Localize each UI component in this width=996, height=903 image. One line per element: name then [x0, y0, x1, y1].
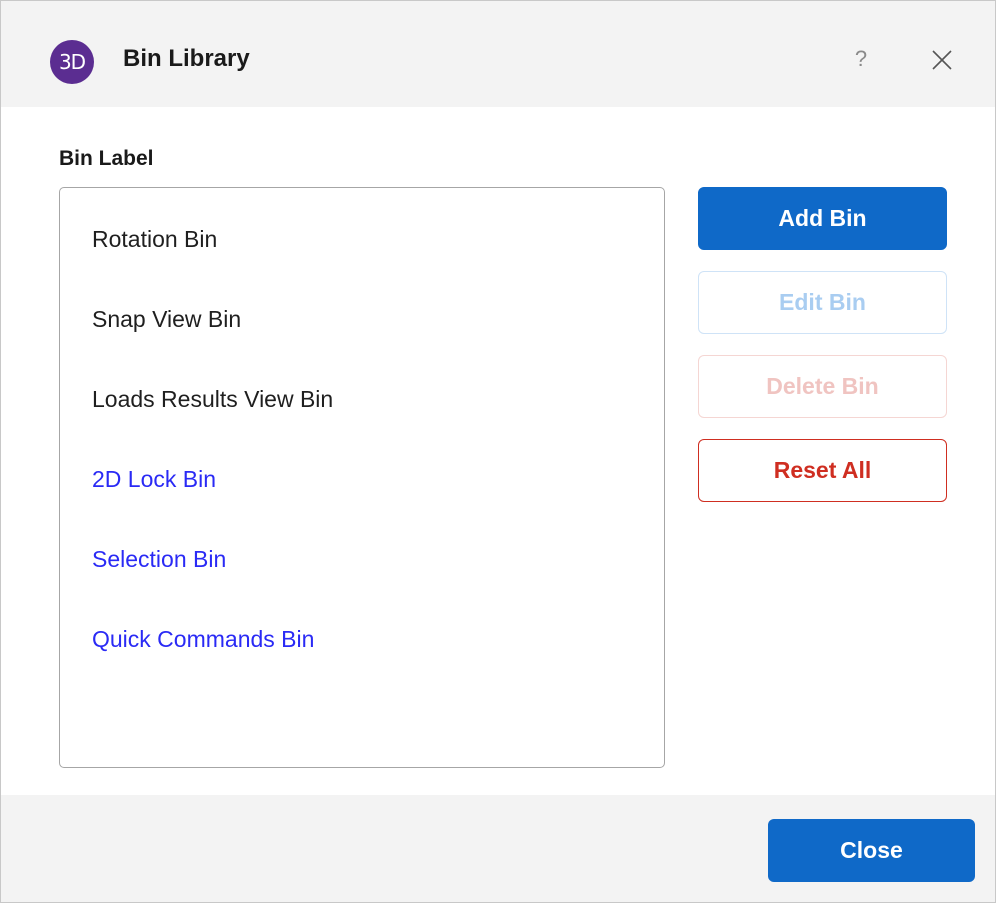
edit-bin-button[interactable]: Edit Bin: [698, 271, 947, 334]
close-x-glyph: [932, 50, 952, 70]
reset-all-button[interactable]: Reset All: [698, 439, 947, 502]
bin-item-quick-commands[interactable]: Quick Commands Bin: [92, 626, 314, 653]
delete-bin-button[interactable]: Delete Bin: [698, 355, 947, 418]
bin-item-loads-results-view[interactable]: Loads Results View Bin: [92, 386, 333, 413]
bin-item-selection[interactable]: Selection Bin: [92, 546, 226, 573]
title-bar: 3D Bin Library ?: [1, 1, 995, 107]
bin-list[interactable]: Rotation Bin Snap View Bin Loads Results…: [59, 187, 665, 768]
close-icon[interactable]: [930, 48, 954, 72]
help-button[interactable]: ?: [849, 43, 873, 75]
dialog-title: Bin Library: [123, 45, 250, 72]
bin-label-heading: Bin Label: [59, 147, 154, 170]
close-button[interactable]: Close: [768, 819, 975, 882]
bin-item-2d-lock[interactable]: 2D Lock Bin: [92, 466, 216, 493]
bin-item-rotation[interactable]: Rotation Bin: [92, 226, 217, 253]
add-bin-button[interactable]: Add Bin: [698, 187, 947, 250]
bin-library-dialog: 3D Bin Library ? Bin Label Rotation Bin …: [0, 0, 996, 903]
app-logo-icon: 3D: [50, 40, 94, 84]
bin-item-snap-view[interactable]: Snap View Bin: [92, 306, 241, 333]
